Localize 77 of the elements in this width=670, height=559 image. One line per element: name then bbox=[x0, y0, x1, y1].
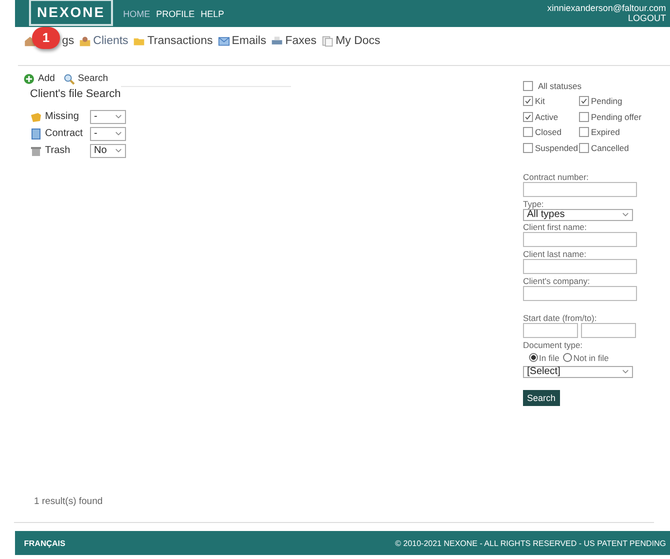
radio-label: Not in file bbox=[573, 352, 609, 362]
checkbox-label: Expired bbox=[591, 127, 620, 138]
filter-label: Contract bbox=[45, 128, 84, 140]
envelope-icon[interactable] bbox=[218, 35, 230, 47]
caret-icon bbox=[622, 369, 629, 374]
nav-link[interactable]: My Docs bbox=[336, 35, 380, 47]
documents-icon[interactable] bbox=[322, 35, 334, 47]
radio-button[interactable] bbox=[529, 353, 538, 362]
logo[interactable]: NEXONE bbox=[29, 0, 114, 26]
type-select[interactable]: All types bbox=[523, 208, 633, 220]
add-icon[interactable] bbox=[23, 72, 35, 84]
field-label: Client's company: bbox=[523, 276, 591, 286]
menu-link[interactable]: HELP bbox=[200, 8, 224, 18]
field-label: Start date (from/to): bbox=[523, 312, 598, 322]
field-label: Document type: bbox=[523, 340, 584, 350]
checkbox-label: Suspended bbox=[535, 142, 578, 153]
checkbox[interactable] bbox=[579, 112, 589, 122]
person-folder-icon[interactable] bbox=[79, 35, 92, 47]
checkbox[interactable] bbox=[523, 80, 533, 91]
caret-icon bbox=[115, 148, 122, 153]
filter-label: Missing bbox=[45, 110, 80, 122]
checkbox[interactable] bbox=[579, 142, 589, 153]
nav-link[interactable]: gs bbox=[62, 35, 74, 47]
checkbox-label: Cancelled bbox=[591, 142, 629, 153]
last-name-field[interactable] bbox=[523, 258, 637, 274]
menu-link[interactable]: HOME bbox=[123, 8, 150, 18]
document-select[interactable]: [Select] bbox=[523, 366, 633, 378]
field-label: Type: bbox=[523, 198, 545, 208]
checkbox[interactable] bbox=[523, 142, 533, 153]
date-from-field[interactable] bbox=[523, 322, 578, 338]
caret-icon bbox=[115, 131, 122, 136]
search-icon[interactable] bbox=[62, 72, 75, 84]
scroll-icon bbox=[30, 128, 42, 140]
nav-link[interactable]: Faxes bbox=[285, 35, 317, 47]
menu-link[interactable]: PROFILE bbox=[156, 8, 195, 18]
checkbox[interactable] bbox=[523, 112, 533, 122]
first-name-field[interactable] bbox=[523, 232, 637, 246]
user-email: xinniexanderson@faltour.com bbox=[547, 3, 666, 13]
checkbox-label: Kit bbox=[535, 96, 545, 106]
caret-icon bbox=[115, 114, 122, 119]
filter-label: Trash bbox=[45, 144, 72, 156]
checkbox[interactable] bbox=[523, 96, 533, 106]
contract-number-field[interactable] bbox=[523, 182, 637, 196]
checkbox[interactable] bbox=[579, 96, 589, 106]
step-callout-tooltip: 1 bbox=[32, 27, 60, 49]
radio-label: In file bbox=[539, 352, 560, 362]
checkbox[interactable] bbox=[523, 127, 533, 138]
checkbox[interactable] bbox=[579, 127, 589, 138]
toolbar-link[interactable]: Search bbox=[78, 73, 108, 84]
checkbox-label: Pending offer bbox=[591, 112, 642, 122]
nav-link[interactable]: Clients bbox=[93, 35, 128, 47]
caret-icon bbox=[622, 212, 629, 217]
printer-icon[interactable] bbox=[271, 35, 284, 47]
section-title: Client's file Search bbox=[30, 88, 122, 100]
filter-select[interactable]: - bbox=[90, 110, 126, 124]
checkbox-label: Active bbox=[535, 112, 558, 122]
tag-icon bbox=[30, 110, 42, 122]
trash-icon bbox=[30, 144, 42, 156]
filter-select[interactable]: - bbox=[90, 126, 126, 140]
nav-link[interactable]: Transactions bbox=[147, 35, 213, 47]
toolbar-link[interactable]: Add bbox=[38, 73, 55, 84]
date-to-field[interactable] bbox=[581, 322, 636, 338]
company-field[interactable] bbox=[523, 286, 637, 300]
language-link[interactable]: FRANÇAIS bbox=[24, 538, 66, 548]
field-label: Contract number: bbox=[523, 172, 590, 182]
checkbox-label: Closed bbox=[535, 127, 562, 138]
checkbox-label: All statuses bbox=[538, 80, 582, 91]
filter-select[interactable]: No bbox=[90, 144, 126, 158]
radio-button[interactable] bbox=[563, 353, 572, 362]
copyright-text: © 2010-2021 NEXONE - ALL RIGHTS RESERVED - US PATENT PENDING bbox=[395, 538, 666, 548]
checkbox-label: Pending bbox=[591, 96, 622, 106]
logout-link[interactable]: LOGOUT bbox=[628, 13, 666, 23]
field-label: Client first name: bbox=[523, 222, 588, 232]
nav-link[interactable]: Emails bbox=[232, 35, 266, 47]
results-count: 1 result(s) found bbox=[33, 496, 104, 509]
field-label: Client last name: bbox=[523, 248, 588, 258]
search-button[interactable]: Search bbox=[523, 390, 560, 406]
